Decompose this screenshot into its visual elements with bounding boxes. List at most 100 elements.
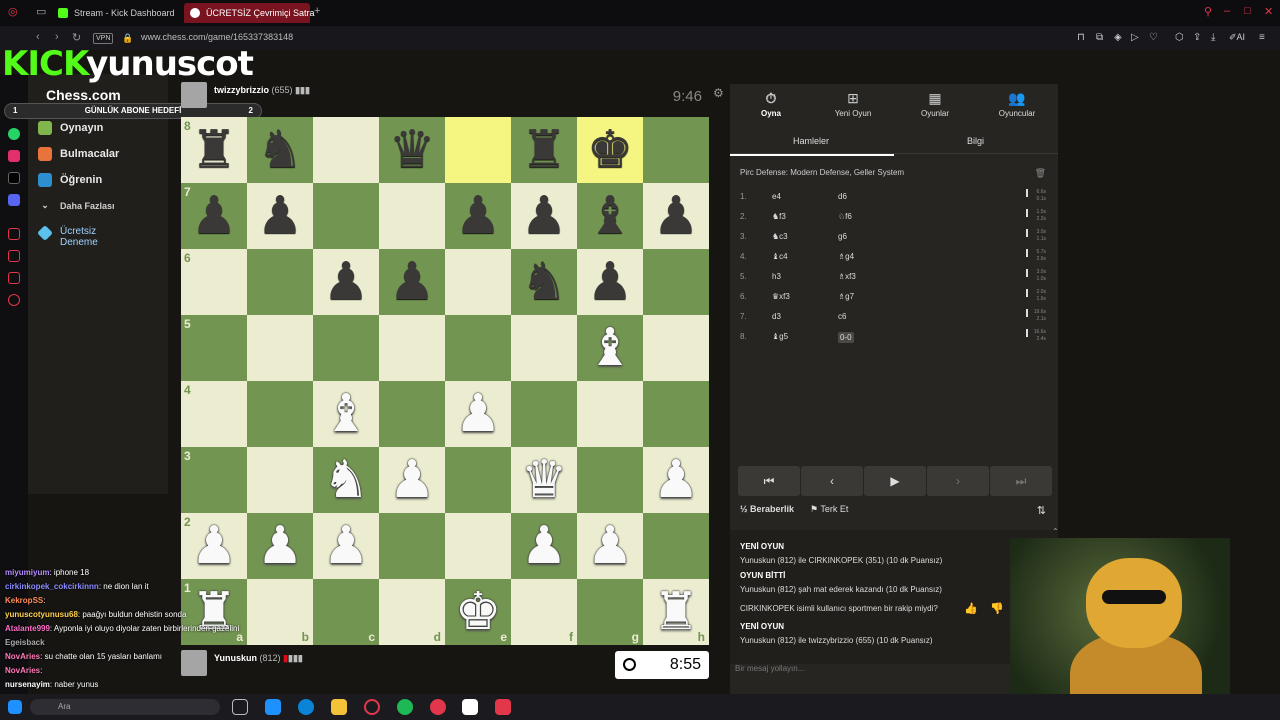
opera-icon[interactable]: ◎ xyxy=(8,5,18,18)
gear-icon[interactable]: ⚙ xyxy=(713,86,724,100)
square-d8[interactable]: ♛ xyxy=(379,117,445,183)
opera-icon[interactable] xyxy=(364,699,380,715)
forward-icon[interactable]: › xyxy=(55,31,59,43)
square-h7[interactable]: ♟ xyxy=(643,183,709,249)
close-icon[interactable]: ✕ xyxy=(1264,5,1273,18)
task-view-icon[interactable] xyxy=(232,699,248,715)
tab-play[interactable]: ⏱ Oyna xyxy=(730,90,812,118)
settings-icon[interactable] xyxy=(8,294,20,306)
square-a7[interactable]: 7 ♟ xyxy=(181,183,247,249)
first-move-button[interactable]: ⏮ xyxy=(738,466,800,496)
windows-start-icon[interactable] xyxy=(8,700,22,714)
nav-learn[interactable]: Öğrenin xyxy=(38,173,102,187)
black-rook-piece[interactable]: ♜ xyxy=(521,124,568,176)
square-h6[interactable] xyxy=(643,249,709,315)
record-icon[interactable] xyxy=(495,699,511,715)
instagram-icon[interactable] xyxy=(8,150,20,162)
black-move[interactable]: ♗xf3 xyxy=(838,272,856,281)
history-clock-icon[interactable] xyxy=(8,272,20,284)
thumbs-down-icon[interactable]: 👎 xyxy=(990,602,1004,615)
black-move[interactable]: g6 xyxy=(838,232,847,241)
square-e5[interactable] xyxy=(445,315,511,381)
square-h2[interactable] xyxy=(643,513,709,579)
resign-button[interactable]: ⚑ Terk Et xyxy=(810,504,848,515)
opening-name[interactable]: Pirc Defense: Modern Defense, Geller Sys… xyxy=(740,168,904,177)
square-f6[interactable]: ♞ xyxy=(511,249,577,315)
spotify-icon[interactable] xyxy=(397,699,413,715)
vpn-badge[interactable]: VPN xyxy=(93,33,114,44)
history-icon[interactable] xyxy=(8,228,20,240)
maximize-icon[interactable]: □ xyxy=(1244,5,1251,17)
white-move[interactable]: ♞f3 xyxy=(772,212,786,221)
chat-input[interactable]: Bir mesaj yollayın... xyxy=(735,664,804,673)
white-move[interactable]: ♞c3 xyxy=(772,232,788,241)
x-icon[interactable] xyxy=(8,172,20,184)
opponent-avatar[interactable] xyxy=(181,82,207,108)
square-b6[interactable] xyxy=(247,249,313,315)
white-pawn-piece[interactable]: ♟ xyxy=(587,520,634,572)
square-g4[interactable] xyxy=(577,381,643,447)
square-c3[interactable]: ♞ xyxy=(313,447,379,513)
white-pawn-piece[interactable]: ♟ xyxy=(521,520,568,572)
tab-chess[interactable]: ÜCRETSİZ Çevrimiçi Satra xyxy=(184,3,315,23)
square-f3[interactable]: ♛ xyxy=(511,447,577,513)
square-g2[interactable]: ♟ xyxy=(577,513,643,579)
white-move[interactable]: ♝c4 xyxy=(772,252,788,261)
close-icon[interactable]: ⌃ xyxy=(1052,527,1059,536)
folder-icon[interactable] xyxy=(331,699,347,715)
square-d5[interactable] xyxy=(379,315,445,381)
edge-icon[interactable] xyxy=(298,699,314,715)
square-b7[interactable]: ♟ xyxy=(247,183,313,249)
square-c2[interactable]: ♟ xyxy=(313,513,379,579)
black-rook-piece[interactable]: ♜ xyxy=(191,124,238,176)
shield-icon[interactable]: ◈ xyxy=(1114,32,1122,43)
black-pawn-piece[interactable]: ♟ xyxy=(455,190,502,242)
square-f8[interactable]: ♜ xyxy=(511,117,577,183)
opponent-name[interactable]: twizzybrizzio (655) ▮▮▮ xyxy=(214,85,310,96)
square-b3[interactable] xyxy=(247,447,313,513)
taskbar-search[interactable]: Ara xyxy=(30,699,220,715)
store-icon[interactable] xyxy=(265,699,281,715)
black-queen-piece[interactable]: ♛ xyxy=(389,124,436,176)
square-a6[interactable]: 6 xyxy=(181,249,247,315)
pin-icon[interactable]: ⊓ xyxy=(1077,32,1085,43)
white-move[interactable]: d3 xyxy=(772,312,781,321)
square-d4[interactable] xyxy=(379,381,445,447)
nav-more[interactable]: ⌄ Daha Fazlası xyxy=(38,200,114,211)
square-e4[interactable]: ♟ xyxy=(445,381,511,447)
black-pawn-piece[interactable]: ♟ xyxy=(653,190,700,242)
square-d2[interactable] xyxy=(379,513,445,579)
tab-games[interactable]: ▦ Oyunlar xyxy=(894,90,976,118)
whatsapp-icon[interactable] xyxy=(8,128,20,140)
heart-icon[interactable]: ♡ xyxy=(1149,32,1158,43)
white-knight-piece[interactable]: ♞ xyxy=(323,454,370,506)
white-queen-piece[interactable]: ♛ xyxy=(521,454,568,506)
play-icon[interactable]: ▷ xyxy=(1131,32,1139,43)
square-a5[interactable]: 5 xyxy=(181,315,247,381)
square-d1[interactable]: d xyxy=(379,579,445,645)
square-d6[interactable]: ♟ xyxy=(379,249,445,315)
square-c6[interactable]: ♟ xyxy=(313,249,379,315)
square-e1[interactable]: e ♚ xyxy=(445,579,511,645)
white-move[interactable]: e4 xyxy=(772,192,781,201)
tab-players[interactable]: 👥 Oyuncular xyxy=(976,90,1058,118)
square-g6[interactable]: ♟ xyxy=(577,249,643,315)
square-g3[interactable] xyxy=(577,447,643,513)
square-e7[interactable]: ♟ xyxy=(445,183,511,249)
white-bishop-piece[interactable]: ♝ xyxy=(323,388,370,440)
square-g5[interactable]: ♝ xyxy=(577,315,643,381)
square-g1[interactable]: g xyxy=(577,579,643,645)
snapshot-icon[interactable]: ⧉ xyxy=(1096,32,1103,43)
capcut-icon[interactable] xyxy=(462,699,478,715)
black-pawn-piece[interactable]: ♟ xyxy=(323,256,370,308)
square-b5[interactable] xyxy=(247,315,313,381)
square-h5[interactable] xyxy=(643,315,709,381)
discord-icon[interactable] xyxy=(8,194,20,206)
square-c7[interactable] xyxy=(313,183,379,249)
square-e8[interactable] xyxy=(445,117,511,183)
download-icon[interactable]: ⤓ xyxy=(1211,32,1215,43)
square-f4[interactable] xyxy=(511,381,577,447)
square-c5[interactable] xyxy=(313,315,379,381)
flip-board-icon[interactable]: ⇅ xyxy=(1037,504,1046,517)
square-e3[interactable] xyxy=(445,447,511,513)
